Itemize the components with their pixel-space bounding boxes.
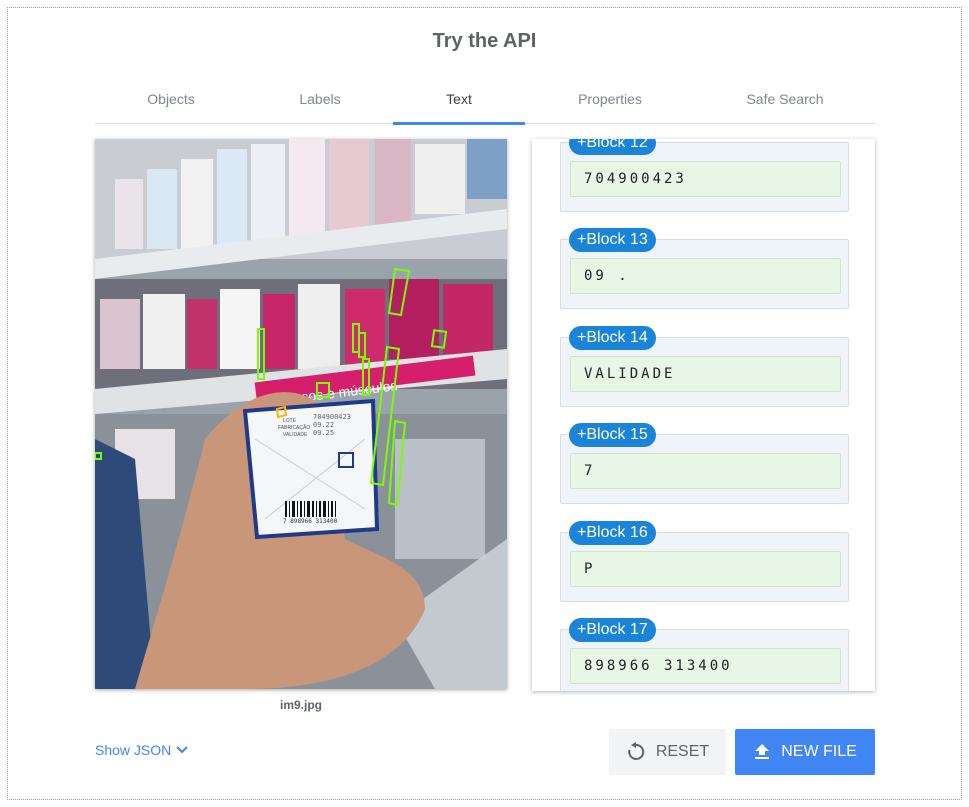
- block-toggle[interactable]: +Block 14: [569, 326, 656, 350]
- package-fabricacao: FABRICAÇÃO: [278, 424, 310, 431]
- tab-text[interactable]: Text: [393, 80, 525, 125]
- reset-button[interactable]: RESET: [609, 729, 726, 775]
- text-block-17: +Block 17 898966 313400: [560, 618, 849, 691]
- package-value-fab: 09.22: [313, 421, 334, 429]
- upload-icon: [755, 744, 770, 759]
- package-lote: LOTE: [283, 418, 297, 424]
- block-toggle[interactable]: +Block 12: [569, 139, 656, 155]
- show-json-label: Show JSON: [95, 742, 172, 758]
- text-block-13: +Block 13 09 .: [560, 228, 849, 309]
- block-text: 09 .: [570, 258, 841, 294]
- text-block-14: +Block 14 VALIDADE: [560, 326, 849, 407]
- tab-safe-search[interactable]: Safe Search: [695, 80, 875, 124]
- tab-properties[interactable]: Properties: [525, 80, 695, 124]
- package-value-val: 09.25: [313, 429, 334, 437]
- tab-objects[interactable]: Objects: [95, 80, 247, 124]
- reset-icon: [628, 742, 645, 760]
- block-text: 704900423: [570, 161, 841, 197]
- block-toggle[interactable]: +Block 15: [569, 423, 656, 447]
- text-block-12: +Block 12 704900423: [560, 139, 849, 212]
- chevron-down-icon: [176, 746, 188, 754]
- text-block-16: +Block 16 P: [560, 521, 849, 602]
- block-text: VALIDADE: [570, 356, 841, 392]
- barcode-number: 7 898966 313400: [283, 518, 338, 525]
- medicine-package: LOTE FABRICAÇÃO VALIDADE 704900423 09.22…: [242, 398, 380, 540]
- reset-label: RESET: [655, 743, 710, 760]
- package-validade: VALIDADE: [283, 432, 308, 438]
- new-file-label: NEW FILE: [781, 743, 857, 760]
- block-text: 898966 313400: [570, 648, 841, 684]
- block-text: P: [570, 551, 841, 587]
- tab-bar: Objects Labels Text Properties Safe Sear…: [95, 80, 875, 125]
- text-block-15: +Block 15 7: [560, 423, 849, 504]
- block-toggle[interactable]: +Block 13: [569, 228, 656, 252]
- analyzed-image: ossos e músculos LOTE FABRICAÇÃO VALIDAD…: [95, 139, 507, 689]
- block-toggle[interactable]: +Block 17: [569, 618, 656, 642]
- text-blocks-panel[interactable]: +Block 12 704900423 +Block 13 09 . +Bloc…: [532, 139, 875, 691]
- package-value-lote: 704900423: [313, 413, 351, 421]
- image-filename: im9.jpg: [279, 698, 322, 712]
- block-text: 7: [570, 453, 841, 489]
- new-file-button[interactable]: NEW FILE: [735, 729, 875, 775]
- show-json-toggle[interactable]: Show JSON: [95, 742, 189, 758]
- page-title: Try the API: [432, 30, 537, 52]
- block-toggle[interactable]: +Block 16: [569, 521, 656, 545]
- tab-labels[interactable]: Labels: [247, 80, 393, 124]
